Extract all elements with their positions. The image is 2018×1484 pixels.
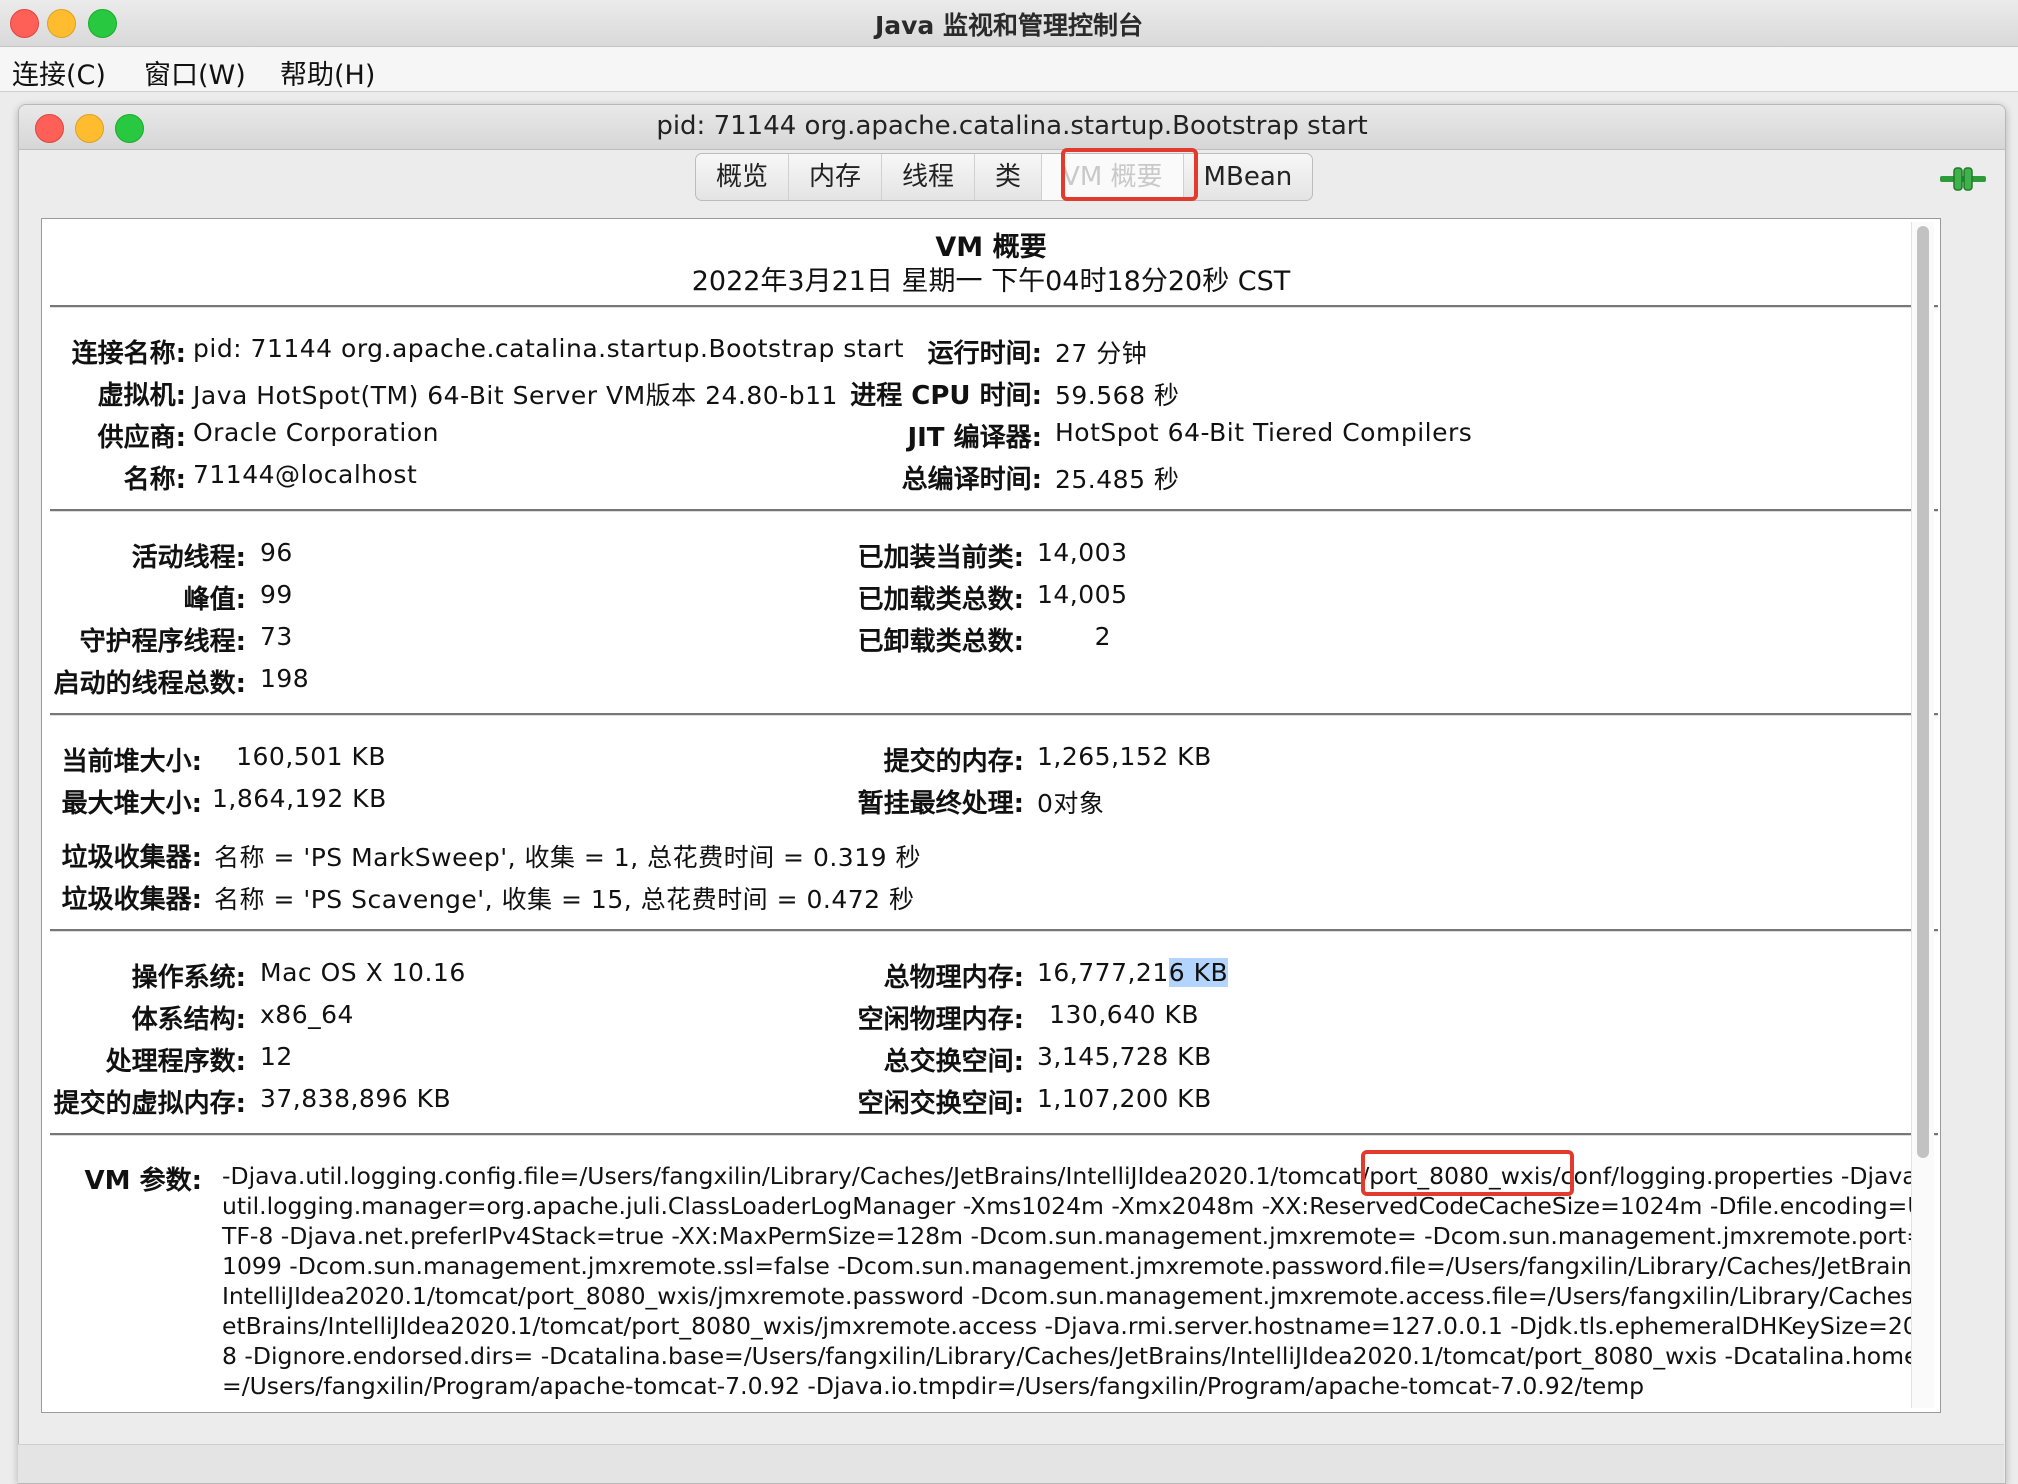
loaded-classes-value: 14,003 (1037, 538, 1128, 567)
physical-memory-value: 16,777,216 KB (1037, 958, 1229, 987)
tab-mbean[interactable]: MBean (1184, 154, 1313, 200)
gc-value: 名称 = 'PS MarkSweep', 收集 = 1, 总花费时间 = 0.3… (214, 843, 921, 872)
menu-window[interactable]: 窗口(W) (144, 53, 246, 92)
max-heap-value: 1,864,192 KB (212, 784, 387, 813)
unloaded-classes-value: 2 (1094, 622, 1111, 651)
virtual-memory-label: 提交的虚拟内存: (53, 1089, 246, 1119)
os-label: 操作系统: (131, 963, 246, 993)
connection-titlebar: pid: 71144 org.apache.catalina.startup.B… (19, 105, 2005, 150)
heap-size-label: 当前堆大小: (61, 747, 202, 777)
status-strip (18, 1444, 2004, 1483)
arch-value: x86_64 (260, 1000, 354, 1029)
peak-threads-value: 99 (260, 580, 293, 609)
max-heap-label: 最大堆大小: (61, 789, 202, 819)
vm-label: 虚拟机: (97, 381, 186, 411)
compile-time-value: 25.485 秒 (1055, 465, 1180, 494)
loaded-classes-label: 已加装当前类: (857, 543, 1024, 573)
unloaded-classes-label: 已卸载类总数: (857, 627, 1024, 657)
menu-connect[interactable]: 连接(C) (12, 53, 106, 92)
free-swap-value: 1,107,200 KB (1037, 1084, 1212, 1113)
started-threads-label: 启动的线程总数: (53, 669, 246, 699)
swap-space-value: 3,145,728 KB (1037, 1042, 1212, 1071)
connection-name-label: 连接名称: (71, 339, 186, 369)
vertical-scrollbar[interactable] (1911, 222, 1934, 1408)
live-threads-value: 96 (260, 538, 293, 567)
vendor-label: 供应商: (97, 423, 186, 453)
started-threads-value: 198 (260, 664, 310, 693)
committed-memory-value: 1,265,152 KB (1037, 742, 1212, 771)
args-highlight-box (1361, 1150, 1574, 1196)
virtual-memory-value: 37,838,896 KB (260, 1084, 452, 1113)
live-threads-label: 活动线程: (131, 543, 246, 573)
vm-name-label: 名称: (123, 465, 186, 495)
free-swap-label: 空闲交换空间: (857, 1089, 1024, 1119)
jit-label: JIT 编译器: (907, 423, 1042, 453)
selected-text: 6 KB (1168, 958, 1229, 987)
tab-classes[interactable]: 类 (975, 154, 1043, 200)
gc-label: 垃圾收集器: (61, 885, 202, 915)
pending-finalization-value: 0对象 (1037, 789, 1105, 818)
gc-label: 垃圾收集器: (61, 843, 202, 873)
peak-threads-label: 峰值: (183, 585, 246, 615)
uptime-label: 运行时间: (927, 339, 1042, 369)
physical-memory-value-part: 16,777,21 (1037, 958, 1169, 987)
committed-memory-label: 提交的内存: (883, 747, 1024, 777)
tab-highlight-box (1061, 148, 1198, 201)
scrollbar-thumb[interactable] (1917, 226, 1929, 1158)
connection-name-value: pid: 71144 org.apache.catalina.startup.B… (193, 334, 904, 363)
vm-value: Java HotSpot(TM) 64-Bit Server VM版本 24.8… (193, 381, 838, 410)
pending-finalization-label: 暂挂最终处理: (857, 789, 1024, 819)
menubar: 连接(C) 窗口(W) 帮助(H) (0, 47, 2018, 92)
vm-args-value: -Djava.util.logging.config.file=/Users/f… (222, 1162, 1933, 1400)
processors-value: 12 (260, 1042, 293, 1071)
daemon-threads-value: 73 (260, 622, 293, 651)
arch-label: 体系结构: (131, 1005, 246, 1035)
tab-bar: 概览 内存 线程 类 VM 概要 MBean (695, 153, 1314, 201)
daemon-threads-label: 守护程序线程: (79, 627, 246, 657)
processors-label: 处理程序数: (105, 1047, 246, 1077)
section-divider (50, 713, 1938, 716)
free-physical-memory-value: 130,640 KB (1049, 1000, 1199, 1029)
tab-memory[interactable]: 内存 (789, 154, 883, 200)
heap-size-value: 160,501 KB (236, 742, 386, 771)
section-divider (50, 929, 1938, 932)
connection-title: pid: 71144 org.apache.catalina.startup.B… (656, 111, 1368, 141)
physical-memory-label: 总物理内存: (883, 963, 1024, 993)
total-loaded-classes-value: 14,005 (1037, 580, 1128, 609)
jit-value: HotSpot 64-Bit Tiered Compilers (1055, 418, 1473, 447)
os-value: Mac OS X 10.16 (260, 958, 466, 987)
section-divider (50, 305, 1938, 308)
app-title: Java 监视和管理控制台 (874, 11, 1144, 40)
cpu-time-value: 59.568 秒 (1055, 381, 1180, 410)
app-titlebar: Java 监视和管理控制台 (0, 0, 2018, 47)
gc-value: 名称 = 'PS Scavenge', 收集 = 15, 总花费时间 = 0.4… (214, 885, 915, 914)
vendor-value: Oracle Corporation (193, 418, 439, 447)
section-divider (50, 509, 1938, 512)
summary-datetime: 2022年3月21日 星期一 下午04时18分20秒 CST (691, 266, 1291, 297)
swap-space-label: 总交换空间: (883, 1047, 1024, 1077)
total-loaded-classes-label: 已加载类总数: (857, 585, 1024, 615)
tab-overview[interactable]: 概览 (696, 154, 790, 200)
tab-threads[interactable]: 线程 (882, 154, 976, 200)
vm-name-value: 71144@localhost (193, 460, 418, 489)
menu-help[interactable]: 帮助(H) (280, 53, 375, 92)
vm-summary-panel: VM 概要 2022年3月21日 星期一 下午04时18分20秒 CST 连接名… (41, 218, 1941, 1413)
free-physical-memory-label: 空闲物理内存: (857, 1005, 1024, 1035)
connection-plug-icon[interactable] (1940, 166, 1986, 192)
cpu-time-label: 进程 CPU 时间: (850, 381, 1042, 411)
vm-args-label: VM 参数: (84, 1166, 202, 1196)
uptime-value: 27 分钟 (1055, 339, 1148, 368)
compile-time-label: 总编译时间: (901, 465, 1042, 495)
section-divider (50, 1133, 1938, 1136)
